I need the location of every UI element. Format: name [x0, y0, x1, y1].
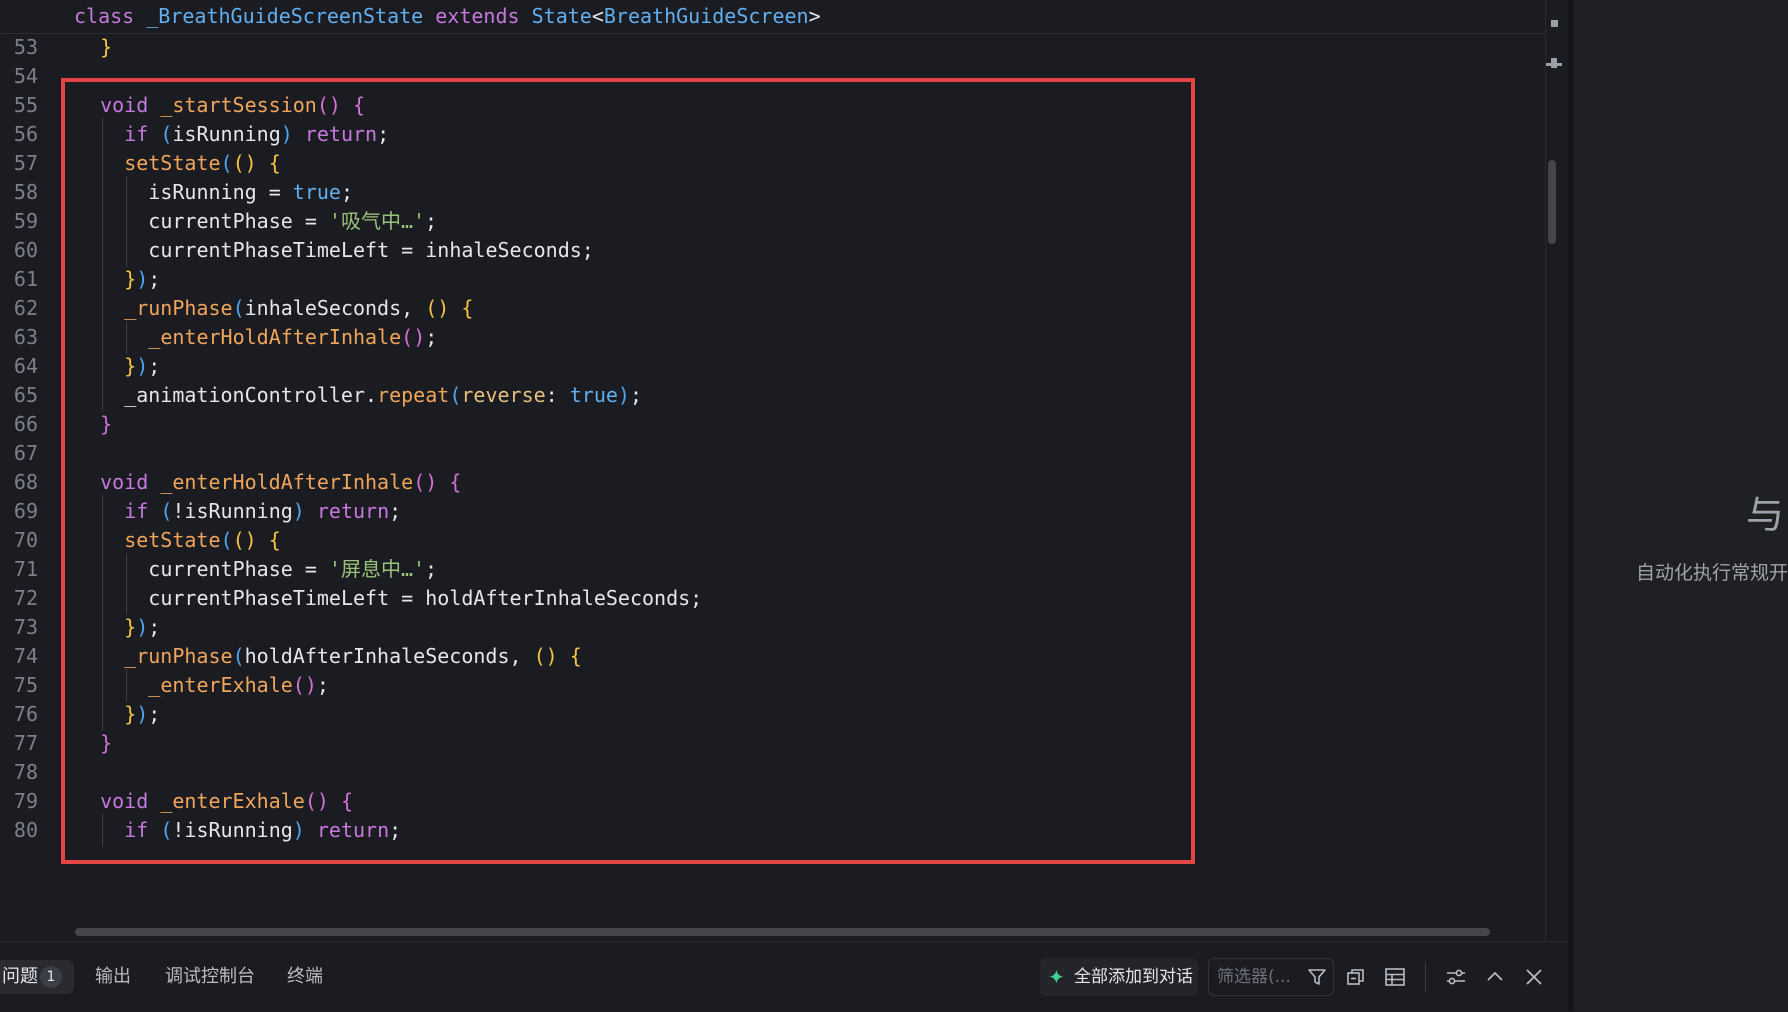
problems-count-badge: 1	[40, 966, 62, 988]
close-icon[interactable]	[1521, 964, 1547, 990]
table-view-icon[interactable]	[1382, 964, 1408, 990]
add-all-to-chat-label: 全部添加到对话	[1074, 967, 1193, 987]
code-token: _BreathGuideScreenState	[146, 4, 424, 28]
vertical-scrollbar-track[interactable]	[1545, 0, 1568, 941]
vertical-scrollbar-thumb[interactable]	[1548, 160, 1556, 244]
code-token: BreathGuideScreen	[603, 4, 809, 28]
tab-problems-label: 问题	[2, 966, 38, 987]
tab-output[interactable]: 输出	[95, 960, 131, 994]
code-editor[interactable]: class _BreathGuideScreenState extends St…	[0, 0, 1568, 941]
code-token: extends	[435, 4, 520, 28]
code-token: >	[808, 4, 821, 28]
panel-toolbar-separator	[1425, 962, 1426, 992]
bottom-panel: 问题 1 输出 调试控制台 终端 ✦ 全部添加到对话	[0, 941, 1568, 1012]
tab-debug-console[interactable]: 调试控制台	[165, 960, 255, 994]
filter-input[interactable]	[1217, 959, 1297, 995]
overview-ruler-mark	[1551, 20, 1558, 27]
filter-icon[interactable]	[1307, 967, 1327, 987]
sticky-class-declaration: class _BreathGuideScreenState extends St…	[74, 0, 821, 33]
code-token: }	[100, 35, 113, 59]
line-number: 80	[13, 818, 38, 842]
tab-terminal[interactable]: 终端	[287, 960, 323, 994]
chat-side-panel: 与 自动化执行常规开	[1574, 0, 1788, 1011]
tab-problems[interactable]: 问题 1	[0, 960, 74, 994]
chat-brand-icon: 与	[1746, 493, 1785, 537]
overview-ruler-mark	[1551, 58, 1557, 68]
sticky-scroll-header[interactable]: class _BreathGuideScreenState extends St…	[0, 0, 1545, 34]
sparkle-icon: ✦	[1048, 965, 1065, 989]
add-all-to-chat-button[interactable]: ✦ 全部添加到对话	[1040, 958, 1198, 996]
highlight-selection-box	[61, 78, 1195, 864]
problems-filter[interactable]	[1208, 958, 1334, 996]
chat-hint-text: 自动化执行常规开	[1636, 562, 1788, 584]
collapse-all-icon[interactable]	[1343, 964, 1369, 990]
code-token: State	[531, 4, 592, 28]
code-token: class	[74, 4, 135, 28]
chevron-up-icon[interactable]	[1482, 964, 1508, 990]
horizontal-scrollbar[interactable]	[75, 928, 1490, 936]
code-token: <	[591, 4, 604, 28]
settings-sliders-icon[interactable]	[1443, 964, 1469, 990]
